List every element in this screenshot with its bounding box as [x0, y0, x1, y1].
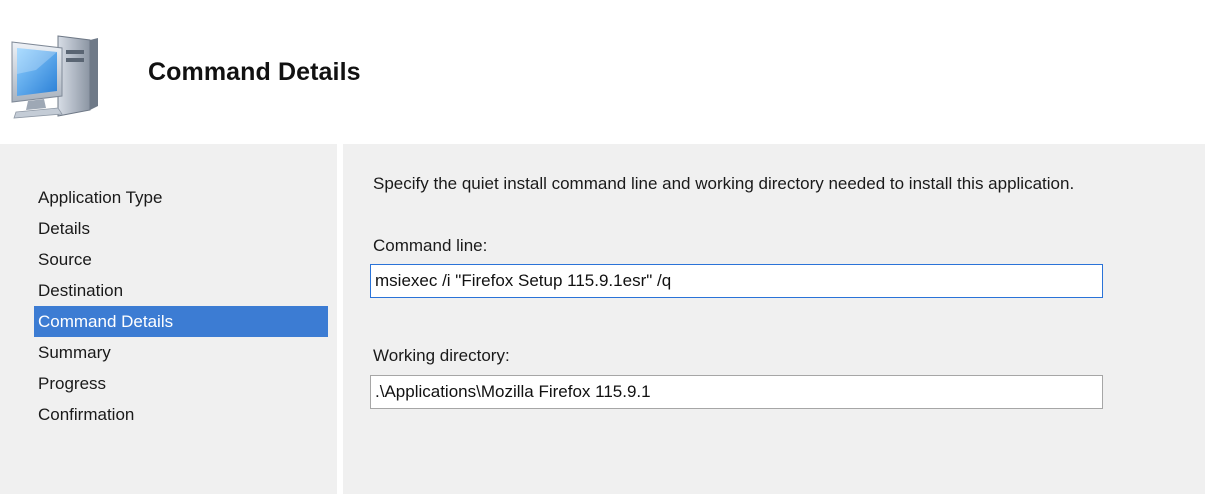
working-directory-label: Working directory:: [373, 346, 510, 365]
step-progress[interactable]: Progress: [34, 368, 328, 399]
page-title: Command Details: [148, 58, 361, 86]
wizard-body: Application Type Details Source Destinat…: [0, 144, 1205, 494]
step-application-type[interactable]: Application Type: [34, 182, 328, 213]
step-details[interactable]: Details: [34, 213, 328, 244]
step-summary[interactable]: Summary: [34, 337, 328, 368]
command-line-input[interactable]: [370, 264, 1103, 298]
computer-icon: [11, 35, 98, 119]
step-source[interactable]: Source: [34, 244, 328, 275]
instructions-text: Specify the quiet install command line a…: [373, 174, 1075, 193]
wizard-steps-list: Application Type Details Source Destinat…: [34, 182, 328, 430]
step-confirmation[interactable]: Confirmation: [34, 399, 328, 430]
wizard-steps-pane: Application Type Details Source Destinat…: [0, 144, 340, 494]
step-destination[interactable]: Destination: [34, 275, 328, 306]
command-line-label: Command line:: [373, 236, 488, 255]
working-directory-input[interactable]: [370, 375, 1103, 409]
command-details-pane: Specify the quiet install command line a…: [343, 144, 1205, 494]
wizard-header: Command Details: [0, 0, 1205, 144]
step-command-details[interactable]: Command Details: [34, 306, 328, 337]
